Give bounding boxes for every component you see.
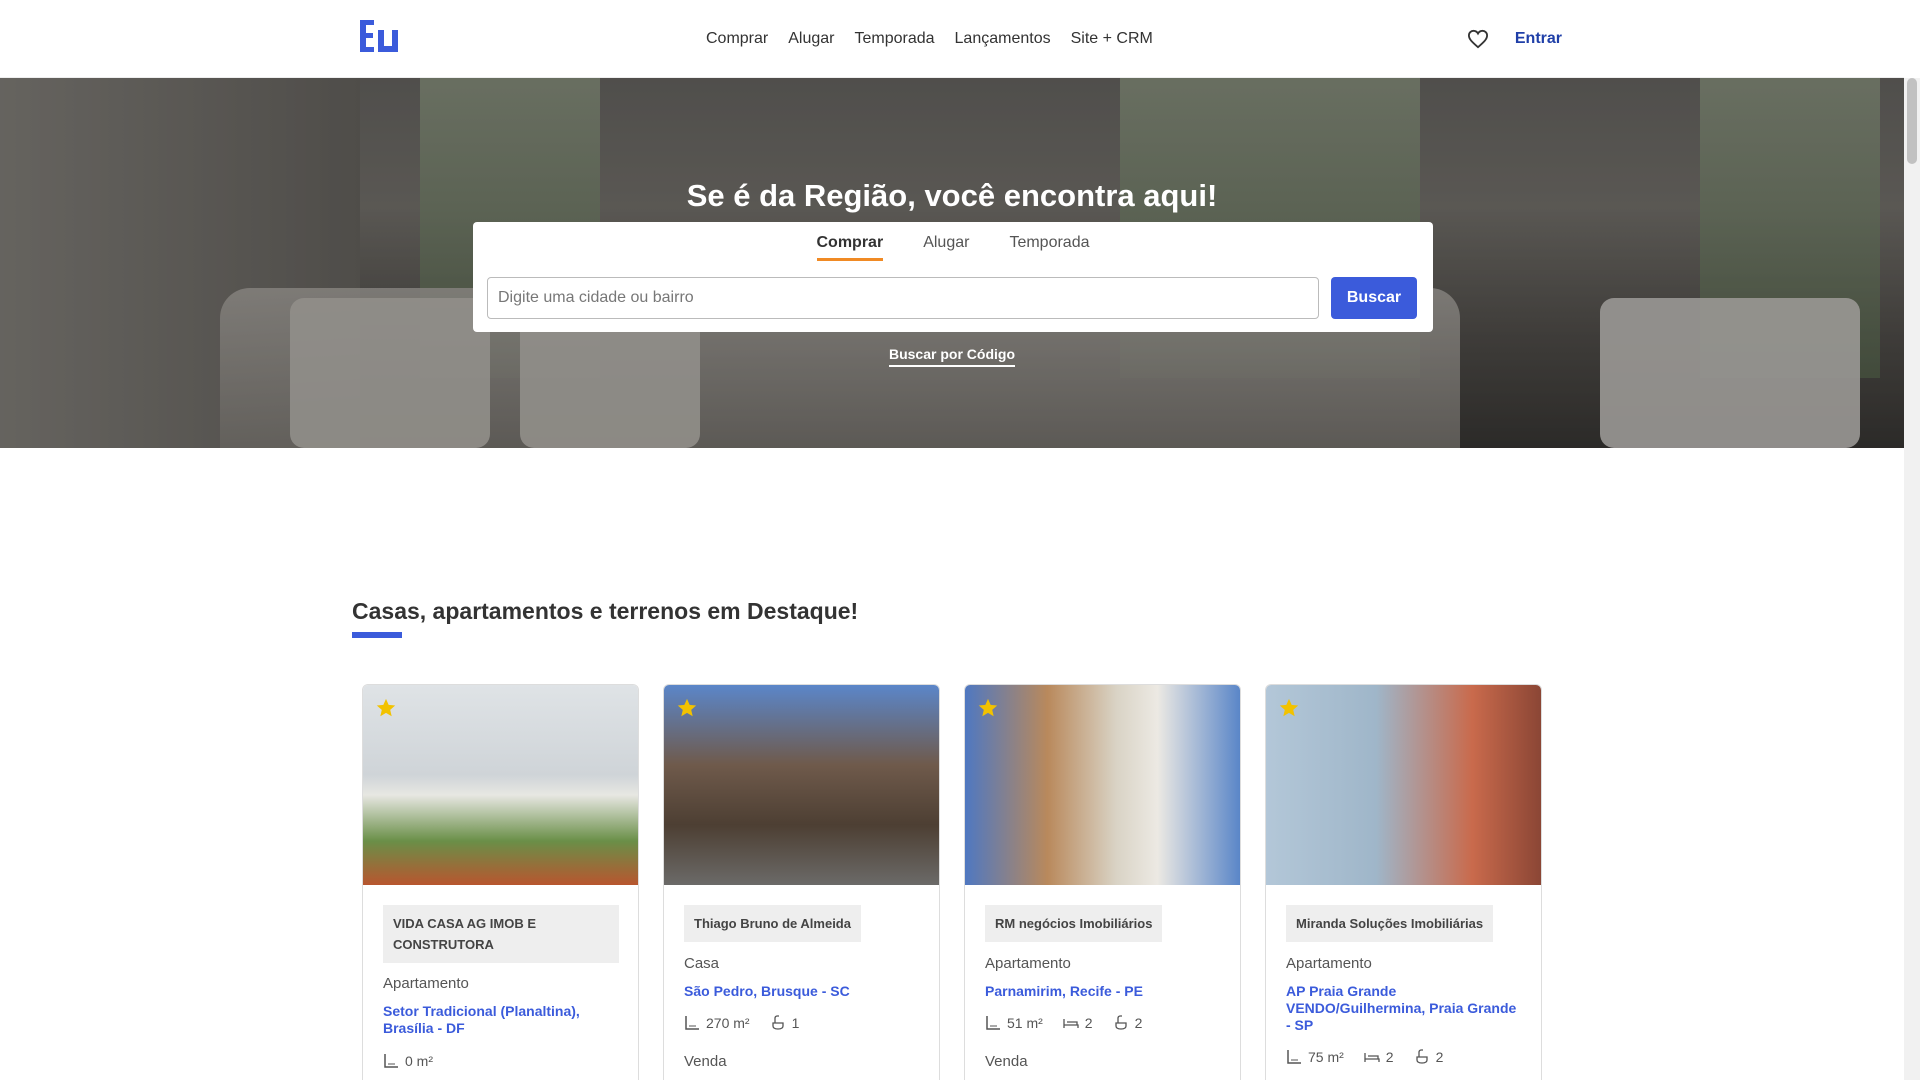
site-header: Comprar Alugar Temporada Lançamentos Sit… — [0, 0, 1904, 78]
star-icon — [376, 698, 396, 717]
area-icon — [384, 1054, 398, 1068]
area-icon — [1287, 1050, 1301, 1064]
star-icon — [978, 698, 998, 717]
bathroom-icon — [771, 1015, 784, 1030]
property-type: Apartamento — [985, 955, 1071, 972]
property-location[interactable]: AP Praia Grande VENDO/Guilhermina, Praia… — [1286, 983, 1522, 1034]
bathroom-icon — [1415, 1049, 1428, 1064]
tab-alugar[interactable]: Alugar — [923, 234, 969, 261]
bed-feature: 2 — [1364, 1049, 1394, 1065]
hero-title: Se é da Região, você encontra aqui! — [686, 178, 1218, 213]
bed-icon — [1364, 1053, 1380, 1062]
area-icon — [986, 1016, 1000, 1030]
property-features: 51 m² 2 2 — [985, 1015, 1142, 1031]
property-photo[interactable] — [664, 685, 939, 885]
bed-value: 2 — [1385, 1049, 1394, 1065]
search-by-code-link[interactable]: Buscar por Código — [888, 346, 1015, 367]
heart-icon[interactable] — [1467, 29, 1489, 49]
property-features: 0 m² — [383, 1053, 433, 1069]
page-scrollbar[interactable] — [1904, 78, 1920, 1080]
property-location[interactable]: Setor Tradicional (Planaltina), Brasília… — [383, 1003, 619, 1037]
search-button[interactable]: Buscar — [1331, 277, 1417, 319]
nav-lancamentos[interactable]: Lançamentos — [955, 30, 1051, 48]
bath-feature: 2 — [1414, 1049, 1444, 1065]
area-icon — [685, 1016, 699, 1030]
area-value: 270 m² — [706, 1015, 750, 1031]
bath-feature: 2 — [1113, 1015, 1143, 1031]
code-search-wrapper: Buscar por Código — [0, 346, 1904, 367]
main-nav: Comprar Alugar Temporada Lançamentos Sit… — [706, 0, 1153, 78]
property-photo[interactable] — [1266, 685, 1541, 885]
area-value: 51 m² — [1007, 1015, 1043, 1031]
bath-value: 2 — [1134, 1015, 1143, 1031]
deal-type: Venda — [985, 1053, 1028, 1070]
featured-title: Casas, apartamentos e terrenos em Destaq… — [352, 598, 859, 624]
area-feature: 75 m² — [1286, 1049, 1344, 1065]
property-type: Casa — [684, 955, 720, 972]
agency-badge: Miranda Soluções Imobiliárias — [1286, 905, 1494, 942]
bath-value: 1 — [791, 1015, 800, 1031]
bed-icon — [1063, 1019, 1079, 1028]
star-icon — [1279, 698, 1299, 717]
property-card[interactable]: VIDA CASA AG IMOB E CONSTRUTORA Apartame… — [362, 684, 639, 1080]
area-feature: 0 m² — [383, 1053, 433, 1069]
agency-badge: Thiago Bruno de Almeida — [684, 905, 861, 942]
property-location[interactable]: São Pedro, Brusque - SC — [684, 983, 920, 1000]
logo-icon[interactable] — [358, 18, 402, 54]
property-features: 75 m² 2 2 — [1286, 1049, 1443, 1065]
property-photo[interactable] — [965, 685, 1240, 885]
nav-comprar[interactable]: Comprar — [706, 30, 768, 48]
property-type: Apartamento — [383, 975, 469, 992]
search-input[interactable] — [487, 277, 1319, 319]
bed-feature: 2 — [1063, 1015, 1093, 1031]
search-tabs: Comprar Alugar Temporada — [473, 234, 1433, 261]
deal-type: Venda — [684, 1053, 727, 1070]
property-photo[interactable] — [363, 685, 638, 885]
tab-temporada[interactable]: Temporada — [1009, 234, 1089, 261]
featured-title-underline — [352, 632, 402, 638]
property-features: 270 m² 1 — [684, 1015, 799, 1031]
property-location[interactable]: Parnamirim, Recife - PE — [985, 983, 1221, 1000]
nav-alugar[interactable]: Alugar — [788, 30, 834, 48]
area-value: 75 m² — [1308, 1049, 1344, 1065]
property-card[interactable]: Thiago Bruno de Almeida Casa São Pedro, … — [663, 684, 940, 1080]
featured-cards: VIDA CASA AG IMOB E CONSTRUTORA Apartame… — [362, 684, 1542, 1080]
area-feature: 270 m² — [684, 1015, 750, 1031]
property-card[interactable]: Miranda Soluções Imobiliárias Apartament… — [1265, 684, 1542, 1080]
search-panel: Comprar Alugar Temporada Buscar — [473, 222, 1433, 332]
star-icon — [677, 698, 697, 717]
bathroom-icon — [1114, 1015, 1127, 1030]
header-actions: Entrar — [1467, 0, 1562, 78]
scrollbar-thumb[interactable] — [1907, 78, 1917, 164]
property-type: Apartamento — [1286, 955, 1372, 972]
bed-value: 2 — [1084, 1015, 1093, 1031]
area-feature: 51 m² — [985, 1015, 1043, 1031]
property-card[interactable]: RM negócios Imobiliários Apartamento Par… — [964, 684, 1241, 1080]
nav-site-crm[interactable]: Site + CRM — [1071, 30, 1153, 48]
agency-badge: VIDA CASA AG IMOB E CONSTRUTORA — [383, 905, 619, 963]
tab-comprar[interactable]: Comprar — [816, 234, 884, 261]
agency-badge: RM negócios Imobiliários — [985, 905, 1163, 942]
login-link[interactable]: Entrar — [1515, 30, 1562, 48]
bath-value: 2 — [1435, 1049, 1444, 1065]
area-value: 0 m² — [405, 1053, 433, 1069]
bath-feature: 1 — [770, 1015, 800, 1031]
nav-temporada[interactable]: Temporada — [854, 30, 934, 48]
